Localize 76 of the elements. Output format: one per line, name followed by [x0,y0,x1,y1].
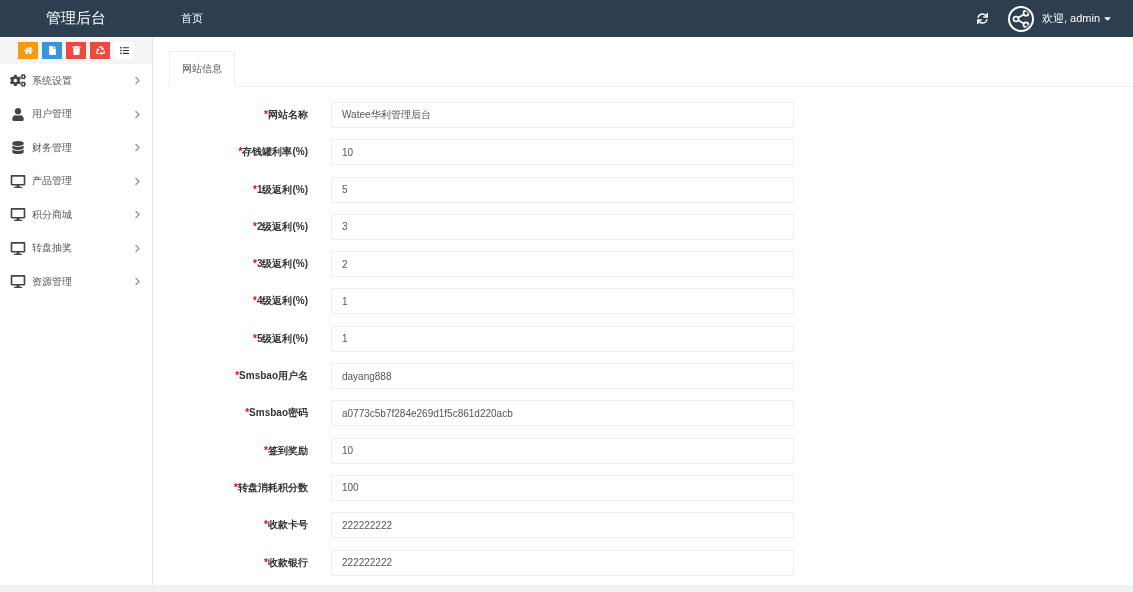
sidebar-item[interactable]: 财务管理 [0,131,152,165]
field-label: 签到奖励 [268,444,308,456]
monitor-icon [10,275,26,289]
home-button[interactable] [18,42,38,59]
home-icon [23,46,33,55]
list-icon [119,46,129,55]
input-field[interactable]: 1 [331,288,794,315]
recycle-icon [95,46,105,55]
field-label: 4级返利(%) [256,295,308,307]
required-mark: * [264,444,268,456]
required-mark: * [235,370,240,382]
input-field[interactable]: dayang888 [331,363,794,390]
input-field[interactable]: 222222222 [331,549,794,576]
user-icon [10,107,26,121]
chevron-icon [133,210,142,220]
field-label: 转盘消耗积分数 [238,481,308,493]
required-mark: * [264,519,268,531]
brand-title: 管理后台 [45,9,107,28]
required-mark: * [238,146,243,158]
home-link[interactable]: 首页 [181,11,203,26]
field-label: 2级返利(%) [256,220,308,232]
file-button[interactable] [42,42,62,59]
monitor-icon [10,208,26,222]
required-mark: * [252,295,257,307]
required-mark: * [245,407,250,419]
input-field[interactable]: 100 [331,474,794,501]
sidebar-item[interactable]: 资源管理 [0,265,152,299]
trash-icon [71,46,81,55]
field-label: 1级返利(%) [256,183,308,195]
input-field[interactable]: 5 [331,176,794,203]
sidebar-item[interactable]: 转盘抽奖 [0,231,152,265]
input-field[interactable]: 1 [331,325,794,352]
required-mark: * [252,183,257,195]
chevron-icon [133,176,142,186]
required-mark: * [264,109,268,120]
input-field[interactable]: Watee华利管理后台 [331,102,794,128]
chevron-icon [133,243,142,253]
user-menu[interactable]: 欢迎, admin [1041,11,1113,26]
monitor-icon [10,174,26,188]
field-label: Smsbao用户名 [239,370,308,382]
input-field[interactable]: 222222222 [331,512,794,539]
input-field[interactable]: 10 [331,437,794,464]
sidebar-item[interactable]: 积分商城 [0,198,152,232]
field-label: 收款卡号 [268,519,308,531]
chevron-icon [133,143,142,153]
list-button[interactable] [114,42,134,59]
input-field[interactable]: 2 [331,251,794,278]
monitor-icon [10,241,26,255]
required-mark: * [252,220,257,232]
file-icon [47,46,57,55]
chevron-icon [133,277,142,287]
sidebar-item[interactable]: 产品管理 [0,164,152,198]
gears-icon [10,74,26,88]
input-field[interactable]: a0773c5b7f284e269d1f5c861d220acb [331,400,794,427]
required-mark: * [252,332,257,344]
field-label: 网站名称 [268,109,308,120]
refresh-icon[interactable] [976,13,988,24]
required-mark: * [234,481,238,493]
tab[interactable]: 网站信息 [169,51,235,87]
required-mark: * [252,258,257,270]
share-icon[interactable] [1007,5,1034,32]
input-field[interactable]: 3 [331,213,794,240]
input-field[interactable]: 10 [331,139,794,166]
field-label: 3级返利(%) [256,258,308,270]
recycle-button[interactable] [90,42,110,59]
trash-button[interactable] [66,42,86,59]
field-label: 收款银行 [268,556,308,568]
field-label: 存钱罐利率(%) [242,146,308,158]
chevron-icon [133,109,142,119]
sidebar-item[interactable]: 系统设置 [0,64,152,98]
field-label: 5级返利(%) [256,332,308,344]
sidebar-item[interactable]: 用户管理 [0,97,152,131]
field-label: Smsbao密码 [249,407,308,419]
chevron-icon [133,76,142,86]
required-mark: * [264,556,268,568]
database-icon [10,141,26,155]
